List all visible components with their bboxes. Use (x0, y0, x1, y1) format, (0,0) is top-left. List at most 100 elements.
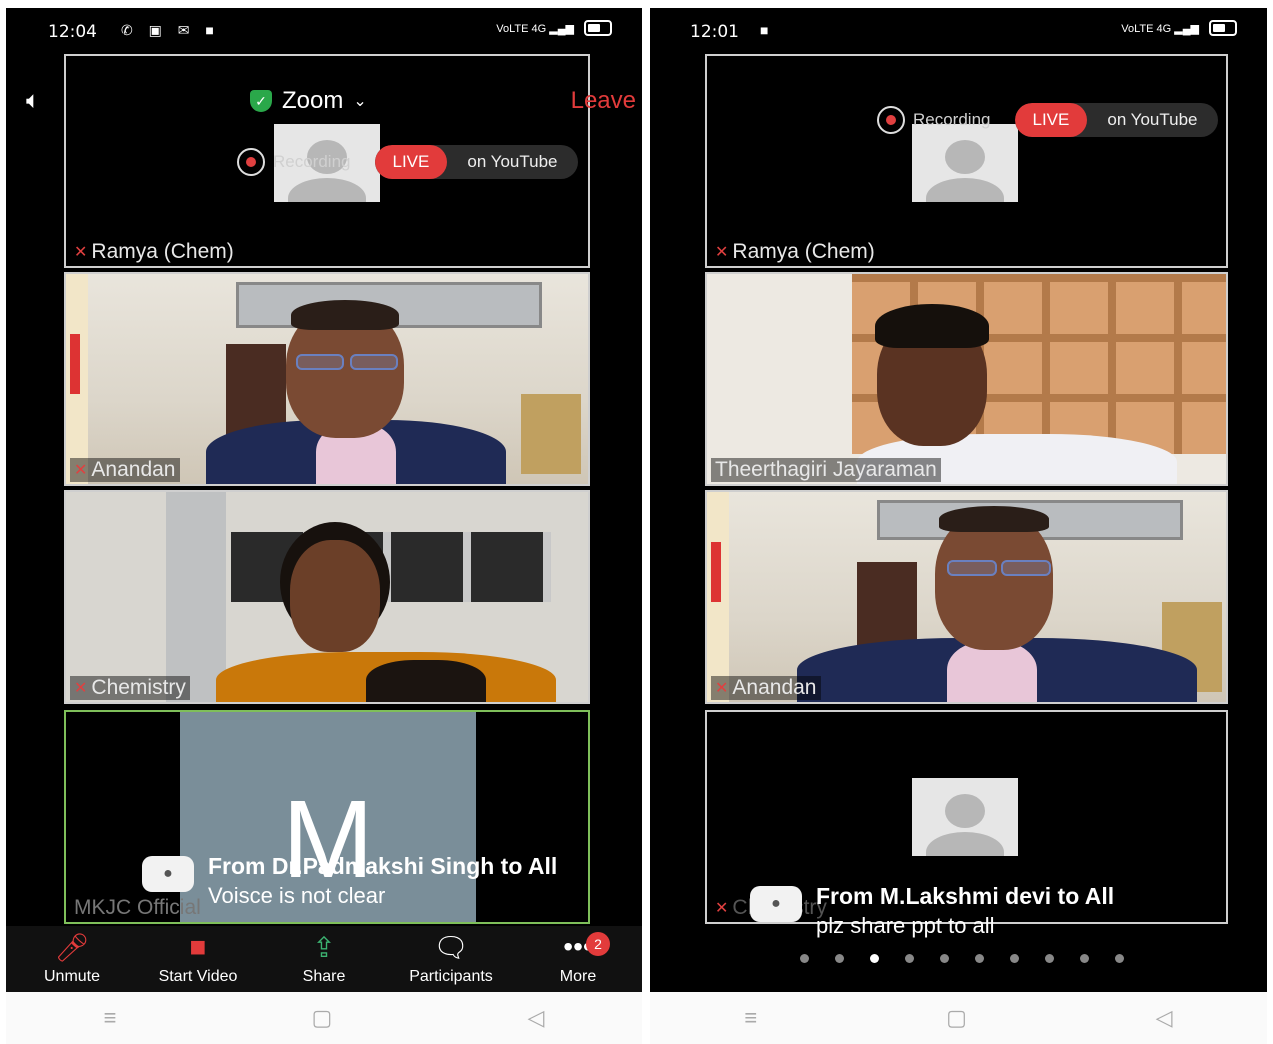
participant-name-text: Anandan (732, 676, 817, 699)
page-dot[interactable] (870, 954, 879, 963)
app-title: Zoom (282, 87, 344, 114)
android-navbar: ≡ ▢ ◁ (650, 992, 1267, 1044)
mic-off-icon: 🎤︎ (54, 931, 90, 963)
mic-muted-icon: ✕ (715, 244, 729, 261)
video-tile-chemistry[interactable]: ✕ Chemistry (64, 490, 590, 704)
video-off-icon: ■ (189, 931, 207, 962)
status-icons-right: VoLTE 4G ▂▄▆ (1121, 20, 1237, 36)
participant-name-text: Anandan (91, 458, 176, 481)
leave-button[interactable]: Leave (571, 87, 636, 115)
participants-button[interactable]: 🗨︎ Participants (391, 926, 511, 994)
start-video-label: Start Video (158, 968, 238, 985)
unmute-button[interactable]: 🎤︎ Unmute (12, 926, 132, 994)
status-bar: 12:04 ✆ ▣ ✉ ■ VoLTE 4G ▂▄▆ (6, 8, 642, 52)
chat-message: Voisce is not clear (208, 883, 386, 908)
share-button[interactable]: ⇪ Share (264, 926, 384, 994)
live-status-pill[interactable]: LIVE on YouTube (1014, 103, 1218, 137)
status-time: 12:04 (48, 22, 97, 42)
recording-label: Recording (913, 110, 991, 129)
participant-name: Theerthagiri Jayaraman (711, 458, 941, 482)
more-button[interactable]: ••• 2 More (518, 926, 638, 994)
battery-icon (1209, 20, 1237, 36)
more-badge: 2 (586, 932, 610, 956)
speaker-icon[interactable]: 🔈︎ (26, 87, 40, 115)
meeting-topbar: 🔈︎ ✓ Zoom ⌄ Leave (6, 83, 642, 125)
start-video-button[interactable]: ■ Start Video (138, 926, 258, 994)
recording-bar: Recording LIVE on YouTube (877, 103, 1218, 137)
menu-icon[interactable]: ≡ (744, 1005, 757, 1031)
signal-icon: VoLTE 4G ▂▄▆ (1121, 22, 1199, 35)
video-tile-ramya[interactable]: ✕ Ramya (Chem) (705, 54, 1228, 268)
chat-notification[interactable]: ● From Dr.Padmakshi Singh to All Voisce … (142, 852, 557, 910)
unmute-label: Unmute (43, 968, 101, 985)
video-feed (66, 492, 588, 702)
video-tile-anandan[interactable]: ✕ Anandan (64, 272, 590, 486)
chat-sender: From M.Lakshmi devi to All (816, 883, 1115, 909)
mic-muted-icon: ✕ (74, 680, 88, 697)
live-status-pill[interactable]: LIVE on YouTube (374, 145, 578, 179)
live-platform: on YouTube (467, 152, 558, 171)
meeting-title[interactable]: ✓ Zoom ⌄ (250, 87, 367, 115)
participant-name-text: Chemistry (91, 676, 186, 699)
status-icons-right: VoLTE 4G ▂▄▆ (496, 20, 612, 36)
share-icon: ⇪ (312, 931, 336, 963)
video-feed (707, 274, 1226, 484)
mic-muted-icon: ✕ (715, 680, 729, 697)
live-badge: LIVE (1014, 103, 1088, 137)
signal-icon: VoLTE 4G ▂▄▆ (496, 22, 574, 35)
page-dot[interactable] (1115, 954, 1124, 963)
live-badge: LIVE (374, 145, 448, 179)
participant-name-text: Ramya (Chem) (732, 240, 875, 263)
participant-name: ✕ Anandan (70, 458, 180, 482)
live-platform: on YouTube (1107, 110, 1198, 129)
recording-bar: Recording LIVE on YouTube (237, 145, 578, 179)
participant-name-text: Ramya (Chem) (91, 240, 234, 263)
more-label: More (559, 968, 597, 985)
back-icon[interactable]: ◁ (1156, 1005, 1173, 1031)
mic-muted-icon: ✕ (715, 900, 729, 917)
page-dot[interactable] (800, 954, 809, 963)
participants-label: Participants (409, 968, 493, 985)
participant-name: ✕ Ramya (Chem) (70, 240, 238, 264)
participant-name: ✕ Chemistry (70, 676, 190, 700)
back-icon[interactable]: ◁ (527, 1005, 544, 1031)
page-dot[interactable] (1010, 954, 1019, 963)
page-dot[interactable] (1045, 954, 1054, 963)
mic-muted-icon: ✕ (74, 462, 88, 479)
page-dot[interactable] (975, 954, 984, 963)
home-icon[interactable]: ▢ (312, 1005, 333, 1031)
chat-notification[interactable]: ● From M.Lakshmi devi to All plz share p… (750, 882, 1114, 940)
battery-icon (584, 20, 612, 36)
page-indicator (800, 954, 1124, 963)
page-dot[interactable] (835, 954, 844, 963)
video-tile-anandan[interactable]: ✕ Anandan (705, 490, 1228, 704)
chat-bubble-icon: 🗨︎ (433, 931, 469, 963)
chevron-down-icon: ⌄ (353, 93, 367, 110)
chat-message: plz share ppt to all (816, 913, 995, 938)
participant-name: ✕ Ramya (Chem) (711, 240, 879, 264)
chat-sender: From Dr.Padmakshi Singh to All (208, 853, 558, 879)
notification-icons: ✆ ▣ ✉ ■ (121, 22, 220, 38)
page-dot[interactable] (905, 954, 914, 963)
video-tile-theerthagiri[interactable]: Theerthagiri Jayaraman (705, 272, 1228, 486)
meeting-toolbar: 🎤︎ Unmute ■ Start Video ⇪ Share 🗨︎ Parti… (6, 926, 642, 994)
home-icon[interactable]: ▢ (946, 1005, 967, 1031)
page-dot[interactable] (940, 954, 949, 963)
video-feed (66, 274, 588, 484)
participant-name-text: Theerthagiri Jayaraman (715, 458, 937, 481)
left-phone-screen: 12:04 ✆ ▣ ✉ ■ VoLTE 4G ▂▄▆ ✕ Ramya (Chem… (6, 8, 642, 1044)
recording-label: Recording (273, 152, 351, 171)
status-bar: 12:01 ■ VoLTE 4G ▂▄▆ (650, 8, 1267, 52)
mic-muted-icon: ✕ (74, 244, 88, 261)
chat-user-icon: ● (142, 856, 194, 892)
page-dot[interactable] (1080, 954, 1089, 963)
menu-icon[interactable]: ≡ (104, 1005, 117, 1031)
avatar-placeholder (912, 778, 1018, 856)
video-feed (707, 492, 1226, 702)
shield-check-icon: ✓ (250, 90, 272, 112)
right-phone-screen: 12:01 ■ VoLTE 4G ▂▄▆ ✕ Ramya (Chem) Reco… (650, 8, 1267, 1044)
notification-icons: ■ (760, 22, 775, 38)
chat-user-icon: ● (750, 886, 802, 922)
android-navbar: ≡ ▢ ◁ (6, 992, 642, 1044)
record-icon (877, 106, 905, 134)
